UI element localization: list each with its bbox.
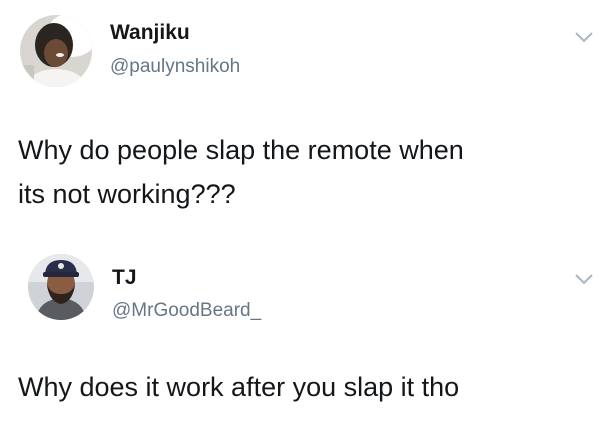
tweet-text: Why does it work after you slap it tho: [18, 365, 588, 409]
user-handle[interactable]: @MrGoodBeard_: [112, 300, 261, 322]
tweet-wanjiku: Wanjiku @paulynshikoh Why do people slap…: [0, 0, 608, 230]
user-handle[interactable]: @paulynshikoh: [110, 56, 240, 78]
tweet-text-line: Why do people slap the remote when: [18, 135, 464, 165]
tweet-text: Why do people slap the remote when its n…: [18, 128, 588, 216]
avatar[interactable]: [28, 254, 94, 320]
chevron-down-icon[interactable]: [574, 272, 594, 286]
tweet-tj: TJ @MrGoodBeard_ Why does it work after …: [0, 240, 608, 431]
display-name[interactable]: TJ: [112, 266, 137, 290]
chevron-down-icon[interactable]: [574, 30, 594, 44]
tweet-text-line: Why does it work after you slap it tho: [18, 372, 460, 402]
tweet-text-line: its not working???: [18, 179, 236, 209]
profile-photo-icon: [20, 15, 92, 87]
display-name[interactable]: Wanjiku: [110, 21, 190, 45]
profile-photo-icon: [28, 254, 94, 320]
avatar[interactable]: [20, 15, 92, 87]
